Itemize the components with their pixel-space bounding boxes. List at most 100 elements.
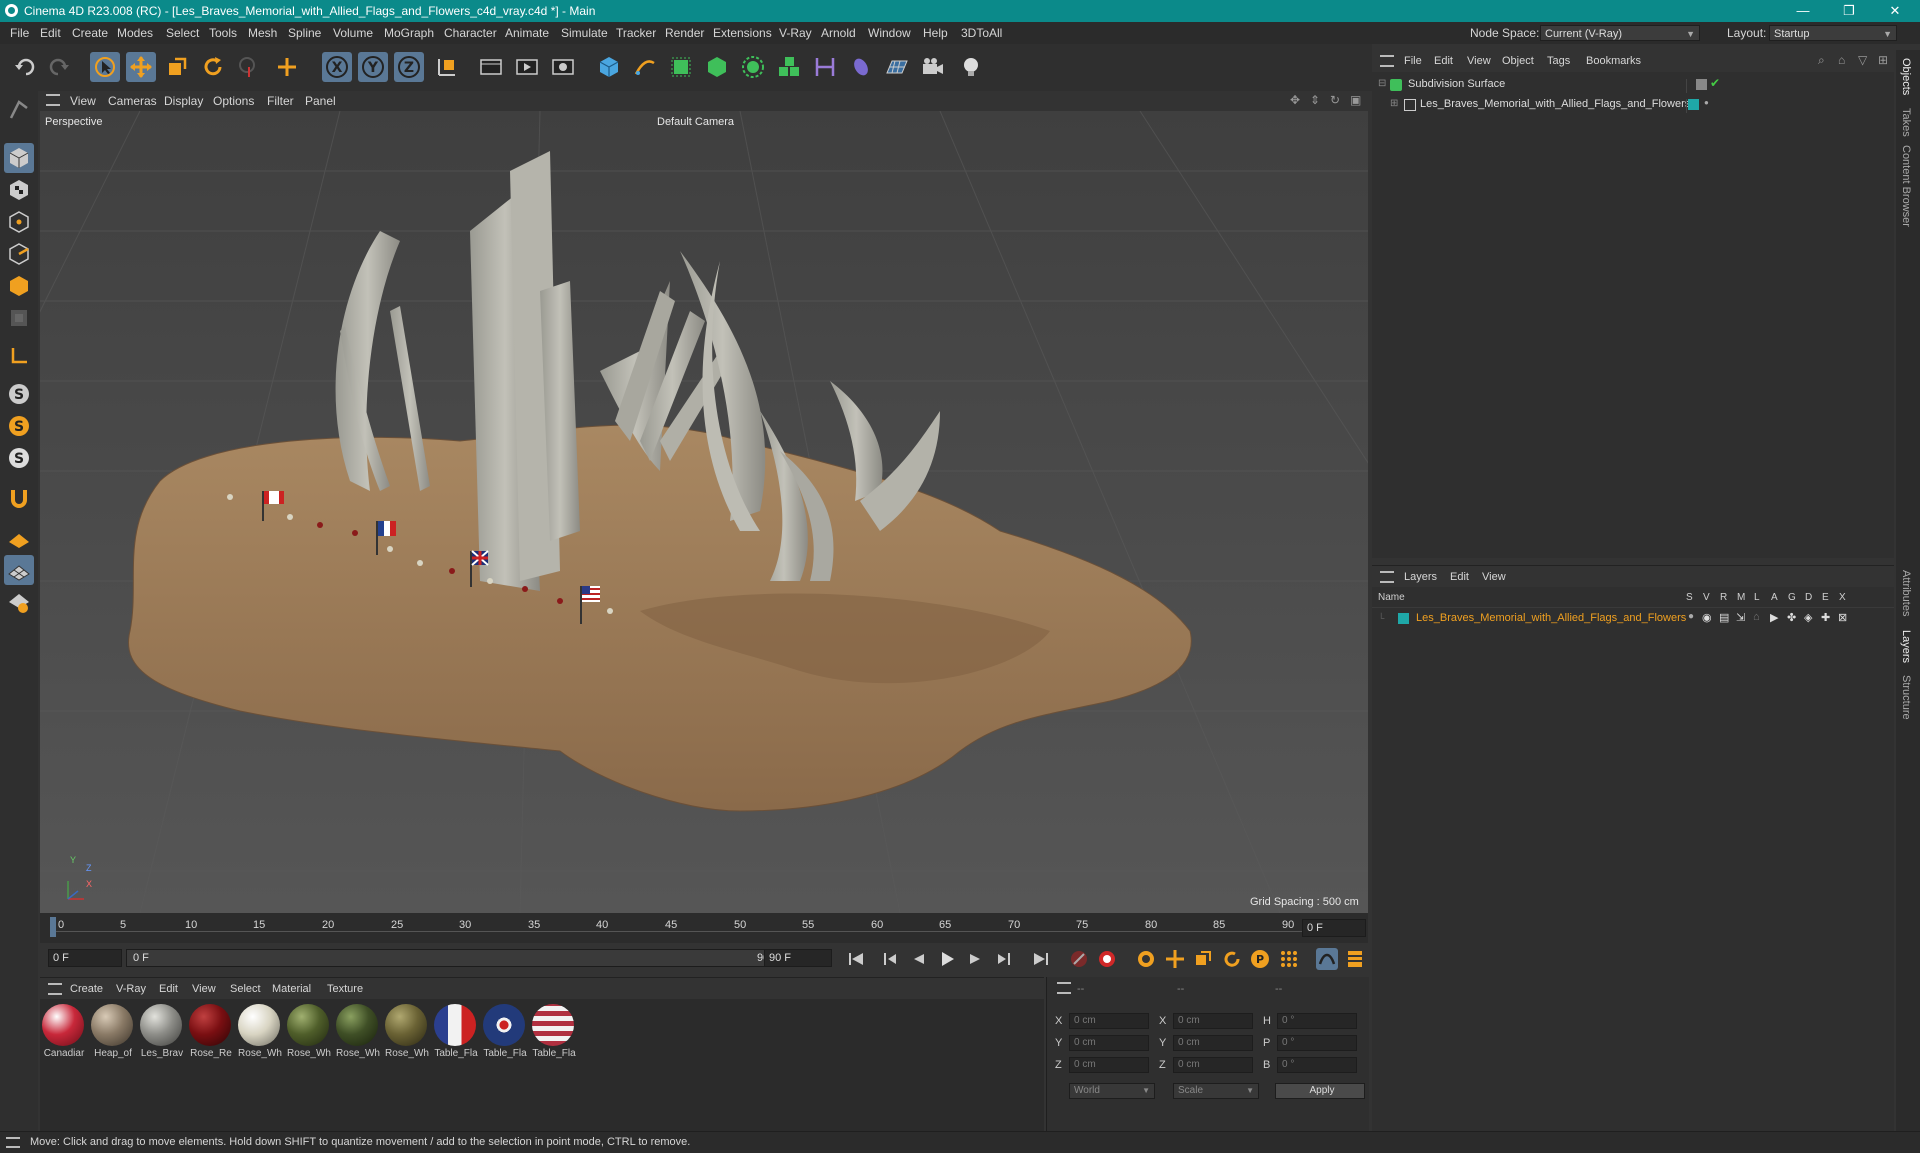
layer-col-xrefs[interactable]: X — [1839, 592, 1846, 603]
tab-layers[interactable]: Layers — [1900, 630, 1912, 663]
coordinate-mode-select[interactable]: World ▼ — [1069, 1083, 1155, 1099]
material-swatch[interactable]: Rose_Re — [189, 1004, 233, 1059]
rot-p-field[interactable]: 0 ° — [1277, 1035, 1357, 1051]
tab-takes[interactable]: Takes — [1900, 108, 1912, 137]
material-swatch[interactable]: Heap_of — [91, 1004, 135, 1059]
tree-collapse-icon[interactable]: ⊟ — [1378, 78, 1386, 89]
render-picture-viewer-button[interactable] — [512, 52, 542, 82]
x-axis-lock-button[interactable]: X — [322, 52, 352, 82]
solo-icon[interactable]: ● — [1688, 611, 1694, 622]
current-frame-field[interactable]: 0 F — [1302, 919, 1366, 937]
material-swatch[interactable]: Table_Fla — [483, 1004, 527, 1059]
size-x-field[interactable]: 0 cm — [1173, 1013, 1253, 1029]
object-menu-edit[interactable]: Edit — [1434, 55, 1453, 67]
enabled-check-icon[interactable]: ✔ — [1710, 76, 1720, 90]
menu-select[interactable]: Select — [166, 26, 199, 40]
axis-mode-button[interactable] — [4, 341, 34, 371]
menu-mesh[interactable]: Mesh — [248, 26, 277, 40]
render-settings-button[interactable] — [548, 52, 578, 82]
menu-volume[interactable]: Volume — [333, 26, 373, 40]
grid-button[interactable] — [4, 555, 34, 585]
material-swatch[interactable]: Canadiar — [42, 1004, 86, 1059]
menu-extensions[interactable]: Extensions — [713, 26, 772, 40]
play-button[interactable] — [936, 948, 958, 970]
hamburger-icon[interactable] — [1057, 982, 1071, 994]
tab-objects[interactable]: Objects — [1900, 58, 1912, 95]
timeline-window-button[interactable] — [1344, 948, 1366, 970]
next-frame-button[interactable] — [964, 948, 986, 970]
start-frame-field[interactable]: 0 F — [48, 949, 122, 967]
hamburger-icon[interactable] — [48, 983, 62, 995]
subdivision-surface-button[interactable] — [666, 52, 696, 82]
layer-color-icon[interactable] — [1688, 99, 1699, 110]
expand-icon[interactable]: ⊞ — [1878, 53, 1888, 67]
material-menu-select[interactable]: Select — [230, 983, 261, 995]
viewport-menu-display[interactable]: Display — [164, 94, 203, 108]
hamburger-icon[interactable] — [1380, 55, 1394, 67]
rotate-tool-button[interactable] — [198, 52, 228, 82]
layer-row[interactable]: └ Les_Braves_Memorial_with_Allied_Flags_… — [1372, 609, 1894, 627]
magnet-tool-button[interactable] — [4, 483, 34, 513]
layer-color-icon[interactable] — [1398, 613, 1409, 624]
hamburger-icon[interactable] — [1380, 571, 1394, 583]
cloner-button[interactable] — [738, 52, 768, 82]
locked-workplane-button[interactable] — [4, 587, 34, 617]
viewport-menu-cameras[interactable]: Cameras — [108, 94, 157, 108]
editor-visibility-icon[interactable] — [1696, 79, 1707, 90]
viewport-menu-panel[interactable]: Panel — [305, 94, 336, 108]
layer-col-deformers[interactable]: D — [1805, 592, 1812, 603]
eye-icon[interactable]: ◉ — [1702, 611, 1712, 624]
menu-vray[interactable]: V-Ray — [779, 26, 812, 40]
previous-key-button[interactable] — [880, 948, 902, 970]
texture-mode-button[interactable] — [4, 175, 34, 205]
size-y-field[interactable]: 0 cm — [1173, 1035, 1253, 1051]
menu-spline[interactable]: Spline — [288, 26, 321, 40]
pos-y-field[interactable]: 0 cm — [1069, 1035, 1149, 1051]
menu-create[interactable]: Create — [72, 26, 108, 40]
tab-structure[interactable]: Structure — [1900, 675, 1912, 720]
object-menu-view[interactable]: View — [1467, 55, 1491, 67]
pos-x-field[interactable]: 0 cm — [1069, 1013, 1149, 1029]
tab-content-browser[interactable]: Content Browser — [1900, 145, 1912, 227]
menu-edit[interactable]: Edit — [40, 26, 61, 40]
edge-mode-button[interactable] — [4, 239, 34, 269]
material-swatch[interactable]: Les_Brav — [140, 1004, 184, 1059]
layers-menu-view[interactable]: View — [1482, 571, 1506, 583]
layer-col-manager[interactable]: M — [1737, 592, 1745, 603]
material-swatch[interactable]: Rose_Wh — [238, 1004, 282, 1059]
extrude-button[interactable] — [702, 52, 732, 82]
next-key-button[interactable] — [992, 948, 1014, 970]
object-menu-tags[interactable]: Tags — [1547, 55, 1570, 67]
key-position-button[interactable] — [1164, 948, 1186, 970]
render-icon[interactable]: ▤ — [1719, 611, 1729, 624]
material-swatch[interactable]: Rose_Wh — [385, 1004, 429, 1059]
layer-col-visible[interactable]: V — [1703, 592, 1710, 603]
record-active-objects-button[interactable] — [1068, 948, 1090, 970]
go-to-end-button[interactable] — [1030, 948, 1052, 970]
point-mode-button[interactable] — [4, 207, 34, 237]
layer-col-solo[interactable]: S — [1686, 592, 1693, 603]
animation-icon[interactable]: ▶ — [1770, 611, 1778, 624]
layout-select[interactable]: Startup ▼ — [1769, 25, 1897, 41]
field-button[interactable] — [846, 52, 876, 82]
object-menu-file[interactable]: File — [1404, 55, 1422, 67]
pen-spline-button[interactable] — [630, 52, 660, 82]
tab-attributes[interactable]: Attributes — [1900, 570, 1912, 616]
home-icon[interactable]: ⌂ — [1838, 53, 1845, 67]
object-menu-bookmarks[interactable]: Bookmarks — [1586, 55, 1641, 67]
filter-icon[interactable]: ▽ — [1858, 53, 1867, 67]
timeline-ruler[interactable]: 0 5 10 15 20 25 30 35 40 45 50 55 60 65 … — [40, 913, 1368, 943]
viewport-menu-filter[interactable]: Filter — [267, 94, 294, 108]
menu-arnold[interactable]: Arnold — [821, 26, 856, 40]
select-tool-button[interactable] — [90, 52, 120, 82]
manager-icon[interactable]: ⇲ — [1736, 611, 1745, 624]
layer-col-locked[interactable]: L — [1754, 592, 1760, 603]
key-point-level-button[interactable] — [1278, 948, 1300, 970]
undo-button[interactable] — [10, 52, 40, 82]
menu-file[interactable]: File — [10, 26, 29, 40]
pos-z-field[interactable]: 0 cm — [1069, 1057, 1149, 1073]
transform-button[interactable] — [272, 52, 302, 82]
object-menu-object[interactable]: Object — [1502, 55, 1534, 67]
menu-character[interactable]: Character — [444, 26, 497, 40]
hamburger-icon[interactable] — [6, 1137, 20, 1148]
